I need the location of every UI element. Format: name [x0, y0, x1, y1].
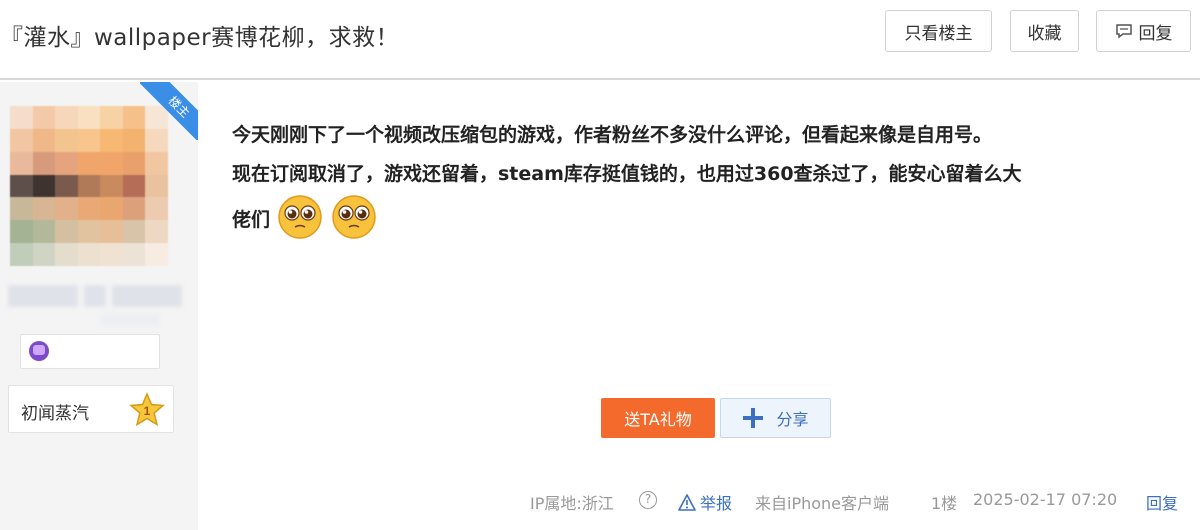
pleading-face-emoji-icon-2 [332, 195, 377, 239]
avatar-pixel [10, 151, 33, 175]
avatar-pixel [100, 197, 123, 221]
username-redacted[interactable] [8, 285, 184, 307]
warning-icon [678, 493, 696, 511]
reply-button-label: 回复 [1138, 23, 1173, 44]
avatar-pixel [10, 197, 33, 221]
avatar-pixel [100, 243, 123, 266]
username-redacted-extra [100, 314, 160, 326]
avatar-pixel [32, 220, 56, 244]
avatar-pixel [10, 128, 33, 152]
avatar-pixel [10, 220, 33, 244]
footer-reply-link[interactable]: 回复 [1146, 490, 1178, 514]
level-box[interactable]: 初闻蒸汽 1 [8, 385, 174, 433]
author-panel: 楼主 初闻蒸汽 1 [0, 82, 198, 530]
op-corner-badge: 楼主 [140, 82, 198, 140]
level-number: 1 [144, 404, 151, 418]
only-op-button[interactable]: 只看楼主 [885, 10, 992, 52]
floor-number: 1楼 [931, 494, 958, 513]
op-badge-label: 楼主 [140, 82, 198, 140]
avatar-pixel [32, 197, 56, 221]
post-content: 今天刚刚下了一个视频改压缩包的游戏，作者粉丝不多没什么评论，但看起来像是自用号。… [232, 116, 1182, 240]
avatar-pixel [122, 197, 146, 221]
avatar-pixel [55, 128, 78, 152]
post-line-3-text: 佬们 [232, 209, 271, 231]
avatar-pixel [55, 197, 78, 221]
avatar-pixel [10, 243, 33, 266]
avatar-pixel [145, 220, 168, 244]
avatar-pixel [32, 128, 56, 152]
ip-location: IP属地:浙江 [530, 494, 614, 513]
avatar-pixel [122, 220, 146, 244]
avatar-pixel [10, 174, 33, 198]
avatar-pixel [145, 174, 168, 198]
avatar-pixel [77, 174, 101, 198]
avatar-pixel [32, 151, 56, 175]
post-datetime: 2025-02-17 07:20 [973, 490, 1118, 509]
avatar-pixel [100, 151, 123, 175]
avatar-pixel [32, 174, 56, 198]
avatar-pixel [55, 220, 78, 244]
avatar-pixel [10, 106, 33, 129]
post-line-1: 今天刚刚下了一个视频改压缩包的游戏，作者粉丝不多没什么评论，但看起来像是自用号。 [232, 124, 993, 146]
reply-button[interactable]: 回复 [1096, 10, 1191, 52]
avatar-pixel [77, 106, 101, 129]
avatar-pixel [77, 128, 101, 152]
avatar-pixel [145, 197, 168, 221]
avatar-pixel [100, 106, 123, 129]
post-line-2: 现在订阅取消了，游戏还留着，steam库存挺值钱的，也用过360查杀过了，能安心… [232, 163, 1022, 185]
avatar-pixel [100, 174, 123, 198]
help-icon[interactable]: ? [639, 491, 657, 509]
favorite-button[interactable]: 收藏 [1010, 10, 1079, 52]
share-label: 分享 [776, 410, 809, 429]
avatar-pixel [32, 106, 56, 129]
send-gift-button[interactable]: 送TA礼物 [601, 398, 715, 438]
avatar-pixel [32, 243, 56, 266]
post-line-3: 佬们 [232, 194, 1182, 240]
avatar-pixel [122, 174, 146, 198]
avatar-pixel [100, 128, 123, 152]
level-star-icon: 1 [129, 392, 165, 427]
report-link[interactable]: 举报 [678, 490, 732, 514]
client-source: 来自iPhone客户端 [755, 494, 890, 513]
thread-title: 『灌水』wallpaper赛博花柳，求救！ [0, 25, 400, 51]
avatar-pixel [77, 220, 101, 244]
member-badge-icon [29, 341, 49, 361]
pleading-face-emoji-icon [277, 195, 322, 239]
avatar-pixel [77, 151, 101, 175]
share-plus-icon [743, 408, 764, 428]
comment-icon [1115, 24, 1132, 39]
avatar-pixel [122, 151, 146, 175]
member-icon-box[interactable] [20, 334, 160, 369]
share-button[interactable]: 分享 [720, 398, 831, 438]
avatar-pixel [55, 174, 78, 198]
thread-header: 『灌水』wallpaper赛博花柳，求救！ 只看楼主 收藏 回复 [0, 0, 1200, 80]
avatar-pixel [100, 220, 123, 244]
report-label: 举报 [700, 494, 733, 513]
avatar-pixel [77, 243, 101, 266]
avatar-pixel [145, 151, 168, 175]
avatar-pixel [55, 151, 78, 175]
avatar-pixel [122, 243, 146, 266]
avatar-pixel [55, 243, 78, 266]
avatar-pixel [77, 197, 101, 221]
avatar-pixel [55, 106, 78, 129]
level-name: 初闻蒸汽 [21, 404, 89, 424]
avatar-pixel [145, 243, 168, 266]
